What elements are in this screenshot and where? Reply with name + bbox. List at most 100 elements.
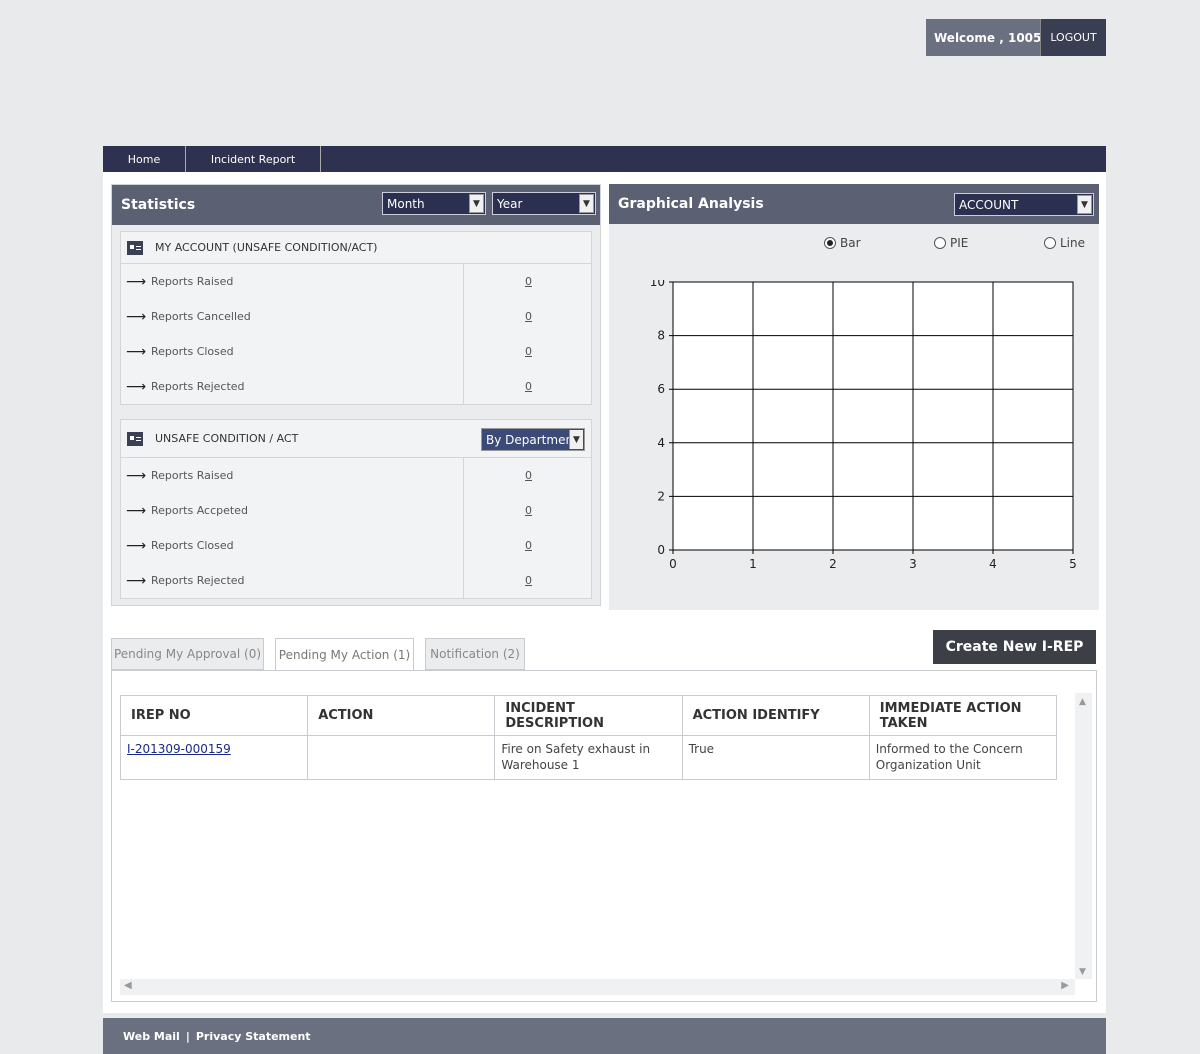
arrow-right-icon: ⟶ (125, 273, 147, 290)
arrow-right-icon: ⟶ (125, 308, 147, 325)
unsafe-condition-title: UNSAFE CONDITION / ACT (155, 432, 299, 445)
month-select[interactable]: Month ▼ (382, 192, 486, 215)
scroll-left-icon[interactable]: ◀ (124, 980, 132, 991)
footer-separator: | (185, 1029, 190, 1043)
nav-home[interactable]: Home (103, 146, 186, 172)
account-select[interactable]: ACCOUNT ▼ (954, 193, 1094, 216)
y-tick-label: 0 (657, 543, 665, 557)
graph-panel: Graphical Analysis ACCOUNT ▼ Bar PIE Lin… (609, 184, 1099, 610)
arrow-right-icon: ⟶ (125, 343, 147, 360)
scroll-up-icon[interactable]: ▲ (1079, 697, 1086, 707)
statistics-panel: Statistics Month ▼ Year ▼ MY ACCOUNT (UN… (111, 184, 601, 606)
y-tick-label: 4 (657, 436, 665, 450)
stat-row: ⟶ Reports Closed 0 (121, 528, 591, 563)
table-cell: I-201309-000159 (119, 735, 309, 780)
x-tick-label: 4 (989, 557, 997, 571)
account-select-value: ACCOUNT (959, 197, 1019, 212)
footer: Web Mail | Privacy Statement (103, 1018, 1106, 1054)
radio-bar[interactable]: Bar (824, 236, 861, 250)
y-tick-label: 6 (657, 382, 665, 396)
stat-label: Reports Cancelled (151, 310, 251, 323)
my-account-title: MY ACCOUNT (UNSAFE CONDITION/ACT) (155, 241, 378, 254)
stat-label: Reports Closed (151, 345, 234, 358)
stat-row: ⟶ Reports Raised 0 (121, 264, 591, 299)
column-header: ACTION IDENTIFY (681, 695, 870, 736)
stat-value-link[interactable]: 0 (463, 264, 593, 299)
chevron-down-icon: ▼ (1077, 195, 1092, 214)
arrow-right-icon: ⟶ (125, 572, 147, 589)
horizontal-scrollbar[interactable]: ◀ ▶ (120, 979, 1075, 995)
column-header: INCIDENT DESCRIPTION (494, 695, 683, 736)
scroll-right-icon[interactable]: ▶ (1061, 980, 1069, 991)
year-select[interactable]: Year ▼ (492, 192, 596, 215)
user-bar: Welcome , 10058 LOGOUT (926, 19, 1106, 56)
stat-row: ⟶ Reports Raised 0 (121, 458, 591, 493)
stat-value-link[interactable]: 0 (463, 493, 593, 528)
tab-notification[interactable]: Notification (2) (425, 638, 525, 670)
privacy-statement-link[interactable]: Privacy Statement (196, 1030, 311, 1043)
stat-row: ⟶ Reports Accpeted 0 (121, 493, 591, 528)
stat-value-link[interactable]: 0 (463, 563, 593, 598)
radio-button[interactable] (1044, 237, 1056, 249)
radio-label: Line (1060, 236, 1086, 250)
y-tick-label: 10 (650, 280, 665, 289)
id-card-icon (127, 431, 143, 446)
x-tick-label: 1 (749, 557, 757, 571)
y-tick-label: 8 (657, 329, 665, 343)
radio-line[interactable]: Line (1044, 236, 1085, 250)
radio-label: PIE (950, 236, 969, 250)
scroll-down-icon[interactable]: ▼ (1079, 967, 1086, 977)
id-card-icon (127, 240, 143, 255)
arrow-right-icon: ⟶ (125, 467, 147, 484)
table-row: I-201309-000159 Fire on Safety exhaust i… (119, 735, 1058, 780)
arrow-right-icon: ⟶ (125, 378, 147, 395)
unsafe-condition-box: UNSAFE CONDITION / ACT By Department ▼ ⟶… (120, 419, 592, 599)
column-header: IREP NO (119, 695, 309, 736)
department-select-value: By Department (486, 432, 578, 447)
statistics-header: Statistics Month ▼ Year ▼ (112, 185, 600, 225)
my-account-header: MY ACCOUNT (UNSAFE CONDITION/ACT) (121, 232, 591, 264)
month-select-value: Month (387, 196, 425, 211)
stat-label: Reports Raised (151, 275, 234, 288)
column-header: ACTION (307, 695, 496, 736)
webmail-link[interactable]: Web Mail (123, 1030, 180, 1043)
graph-header: Graphical Analysis ACCOUNT ▼ (609, 184, 1099, 224)
stat-label: Reports Raised (151, 469, 234, 482)
stat-label: Reports Closed (151, 539, 234, 552)
radio-button-checked[interactable] (824, 237, 836, 249)
stat-label: Reports Rejected (151, 574, 245, 587)
stat-row: ⟶ Reports Closed 0 (121, 334, 591, 369)
stat-label: Reports Accpeted (151, 504, 248, 517)
main-content: Statistics Month ▼ Year ▼ MY ACCOUNT (UN… (103, 172, 1106, 1013)
chart: 0 1 2 3 4 5 0 2 4 6 8 10 (650, 280, 1077, 571)
stat-value-link[interactable]: 0 (463, 528, 593, 563)
year-select-value: Year (497, 196, 523, 211)
table-cell: True (681, 735, 870, 780)
irep-link[interactable]: I-201309-000159 (127, 742, 231, 756)
statistics-title: Statistics (121, 197, 196, 213)
column-header: IMMEDIATE ACTION TAKEN (868, 695, 1058, 736)
department-select[interactable]: By Department ▼ (481, 428, 585, 451)
tab-pending-approval[interactable]: Pending My Approval (0) (111, 638, 264, 670)
x-tick-label: 0 (669, 557, 677, 571)
tab-panel: IREP NO ACTION INCIDENT DESCRIPTION ACTI… (111, 670, 1097, 1002)
chevron-down-icon: ▼ (579, 194, 594, 213)
x-tick-label: 3 (909, 557, 917, 571)
stat-value-link[interactable]: 0 (463, 458, 593, 493)
stat-value-link[interactable]: 0 (463, 299, 593, 334)
vertical-scrollbar[interactable]: ▲ ▼ (1075, 693, 1092, 979)
table-cell (307, 735, 496, 780)
x-tick-label: 2 (829, 557, 837, 571)
tab-pending-action[interactable]: Pending My Action (1) (275, 638, 414, 671)
stat-value-link[interactable]: 0 (463, 369, 593, 404)
logout-button[interactable]: LOGOUT (1040, 19, 1106, 56)
stat-value-link[interactable]: 0 (463, 334, 593, 369)
create-new-irep-button[interactable]: Create New I-REP (933, 630, 1096, 664)
y-tick-label: 2 (657, 489, 665, 503)
nav-incident-report[interactable]: Incident Report (186, 146, 321, 172)
radio-button[interactable] (934, 237, 946, 249)
radio-label: Bar (840, 236, 861, 250)
radio-pie[interactable]: PIE (934, 236, 968, 250)
table-cell: Fire on Safety exhaust in Warehouse 1 (494, 735, 683, 780)
x-tick-label: 5 (1069, 557, 1077, 571)
